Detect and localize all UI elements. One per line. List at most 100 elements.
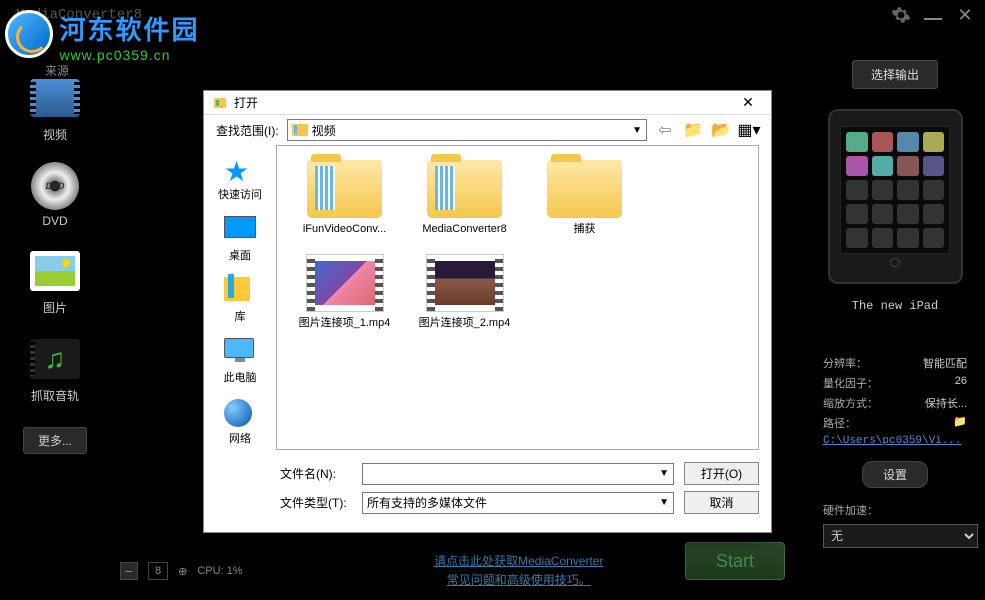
folder-icon [427,160,502,218]
back-icon: ⇦ [658,120,671,140]
file-open-dialog: 打开 ✕ 查找范围(I): 视频 ▼ ⇦ 📁 📂 ▦▾ ★ 快速访问 桌面 库 [203,90,772,533]
scale-label: 缩放方式： [823,395,878,411]
chevron-down-icon: ▼ [659,468,669,479]
chevron-down-icon: ▼ [632,125,642,136]
place-label: 快速访问 [218,186,262,202]
chevron-down-icon: ▼ [659,497,669,508]
resolution-value: 智能匹配 [923,355,967,371]
folder-icon [292,124,308,136]
ipad-screen-icon [840,126,950,254]
place-label: 网络 [229,430,251,446]
folder-icon: 📁 [953,415,967,431]
photo-icon [30,251,80,291]
file-item-video[interactable]: 图片连接项_2.mp4 [407,250,522,334]
lookin-combo[interactable]: 视频 ▼ [287,119,647,141]
video-file-icon [306,254,384,312]
select-output-button[interactable]: 选择输出 [852,60,938,89]
view-icon: ▦▾ [737,120,760,140]
sidebar-item-image[interactable]: 图片 [23,243,88,321]
file-item-folder[interactable]: 捕获 [527,156,642,240]
file-list[interactable]: iFunVideoConv... MediaConverter8 捕获 图片连接… [276,145,759,450]
sidebar-label: 图片 [43,299,67,316]
lookin-label: 查找范围(I): [216,122,279,139]
sidebar-item-dvd[interactable]: DVD DVD [23,158,88,233]
up-button[interactable]: 📁 [683,120,703,140]
folder-icon [307,160,382,218]
place-network[interactable]: 网络 [224,399,256,446]
path-label: 路径： [823,415,856,431]
filename-input[interactable]: ▼ [362,463,674,485]
cancel-button[interactable]: 取消 [684,491,759,514]
right-panel: 选择输出 The new iPad 分辨率：智能匹配 量化因子：26 缩放方式：… [805,30,985,560]
places-bar: ★ 快速访问 桌面 库 此电脑 网络 [204,145,276,456]
view-menu-button[interactable]: ▦▾ [739,120,759,140]
file-item-folder[interactable]: MediaConverter8 [407,156,522,240]
source-sidebar: 视频 DVD DVD 图片 抓取音轨 更多... [0,30,110,560]
file-item-video[interactable]: 图片连接项_1.mp4 [287,250,402,334]
back-button[interactable]: ⇦ [655,120,675,140]
video-icon [30,79,80,117]
device-label: The new iPad [852,299,938,313]
place-desktop[interactable]: 桌面 [224,216,256,263]
settings-button[interactable]: 设置 [862,461,928,488]
audio-icon [30,339,80,379]
filetype-combo[interactable]: 所有支持的多媒体文件 ▼ [362,492,674,514]
settings-gear-icon[interactable] [889,3,913,27]
watermark-text-url: www.pc0359.cn [59,47,199,63]
computer-icon [224,338,254,358]
filetype-label: 文件类型(T): [280,494,352,511]
output-path-link[interactable]: C:\Users\pc0359\Vi... [815,433,975,449]
minimize-button[interactable] [921,3,945,27]
place-thispc[interactable]: 此电脑 [224,338,257,385]
sidebar-label: 抓取音轨 [31,387,79,404]
start-button[interactable]: Start [685,542,785,580]
desktop-icon [224,216,256,238]
watermark-text-cn: 河东软件园 [59,10,199,47]
place-label: 此电脑 [224,369,257,385]
dialog-bottom: 文件名(N): ▼ 打开(O) 文件类型(T): 所有支持的多媒体文件 ▼ 取消 [204,456,771,532]
dialog-toolbar: 查找范围(I): 视频 ▼ ⇦ 📁 📂 ▦▾ [204,115,771,145]
cpu-icon: ⊕ [178,565,187,578]
close-icon: ✕ [742,94,754,111]
place-quickaccess[interactable]: ★ 快速访问 [218,155,262,202]
watermark-logo-icon [5,10,53,58]
more-button[interactable]: 更多... [23,427,87,454]
help-link[interactable]: 请点击此处获取MediaConverter常见问题和高级使用技巧。 [434,552,603,590]
video-file-icon [426,254,504,312]
quant-label: 量化因子： [823,375,878,391]
dvd-icon: DVD [31,162,79,210]
library-icon [224,277,250,301]
place-libraries[interactable]: 库 [224,277,256,324]
close-button[interactable]: ✕ [953,3,977,27]
network-icon [224,399,252,427]
watermark-overlay: 河东软件园 www.pc0359.cn [5,10,199,63]
close-icon: ✕ [957,5,972,26]
open-button[interactable]: 打开(O) [684,462,759,485]
new-folder-icon: 📂 [711,120,731,140]
sidebar-item-video[interactable]: 视频 [23,70,88,148]
accel-label: 硬件加速： [823,502,878,518]
folder-icon [547,160,622,218]
queue-count: 8 [148,562,168,580]
sidebar-item-audio[interactable]: 抓取音轨 [23,331,88,409]
remove-button[interactable]: − [120,562,138,580]
folder-up-icon: 📁 [683,120,703,140]
sidebar-header: 来源 [45,62,69,79]
cpu-label: CPU: 1% [197,565,242,577]
sidebar-label: DVD [42,214,67,228]
place-label: 库 [235,308,246,324]
place-label: 桌面 [229,247,251,263]
output-settings-info: 分辨率：智能匹配 量化因子：26 缩放方式：保持长... 路径：📁 C:\Use… [815,353,975,552]
file-item-folder[interactable]: iFunVideoConv... [287,156,402,240]
dialog-titlebar[interactable]: 打开 ✕ [204,91,771,115]
file-label: 捕获 [574,222,596,236]
file-label: 图片连接项_1.mp4 [299,316,391,330]
file-label: 图片连接项_2.mp4 [419,316,511,330]
hardware-accel-select[interactable]: 无 [823,524,978,548]
dialog-title: 打开 [234,94,733,111]
file-label: iFunVideoConv... [303,222,386,236]
quant-value: 26 [955,375,967,391]
dialog-close-button[interactable]: ✕ [733,92,763,114]
new-folder-button[interactable]: 📂 [711,120,731,140]
device-preview[interactable] [828,109,963,284]
